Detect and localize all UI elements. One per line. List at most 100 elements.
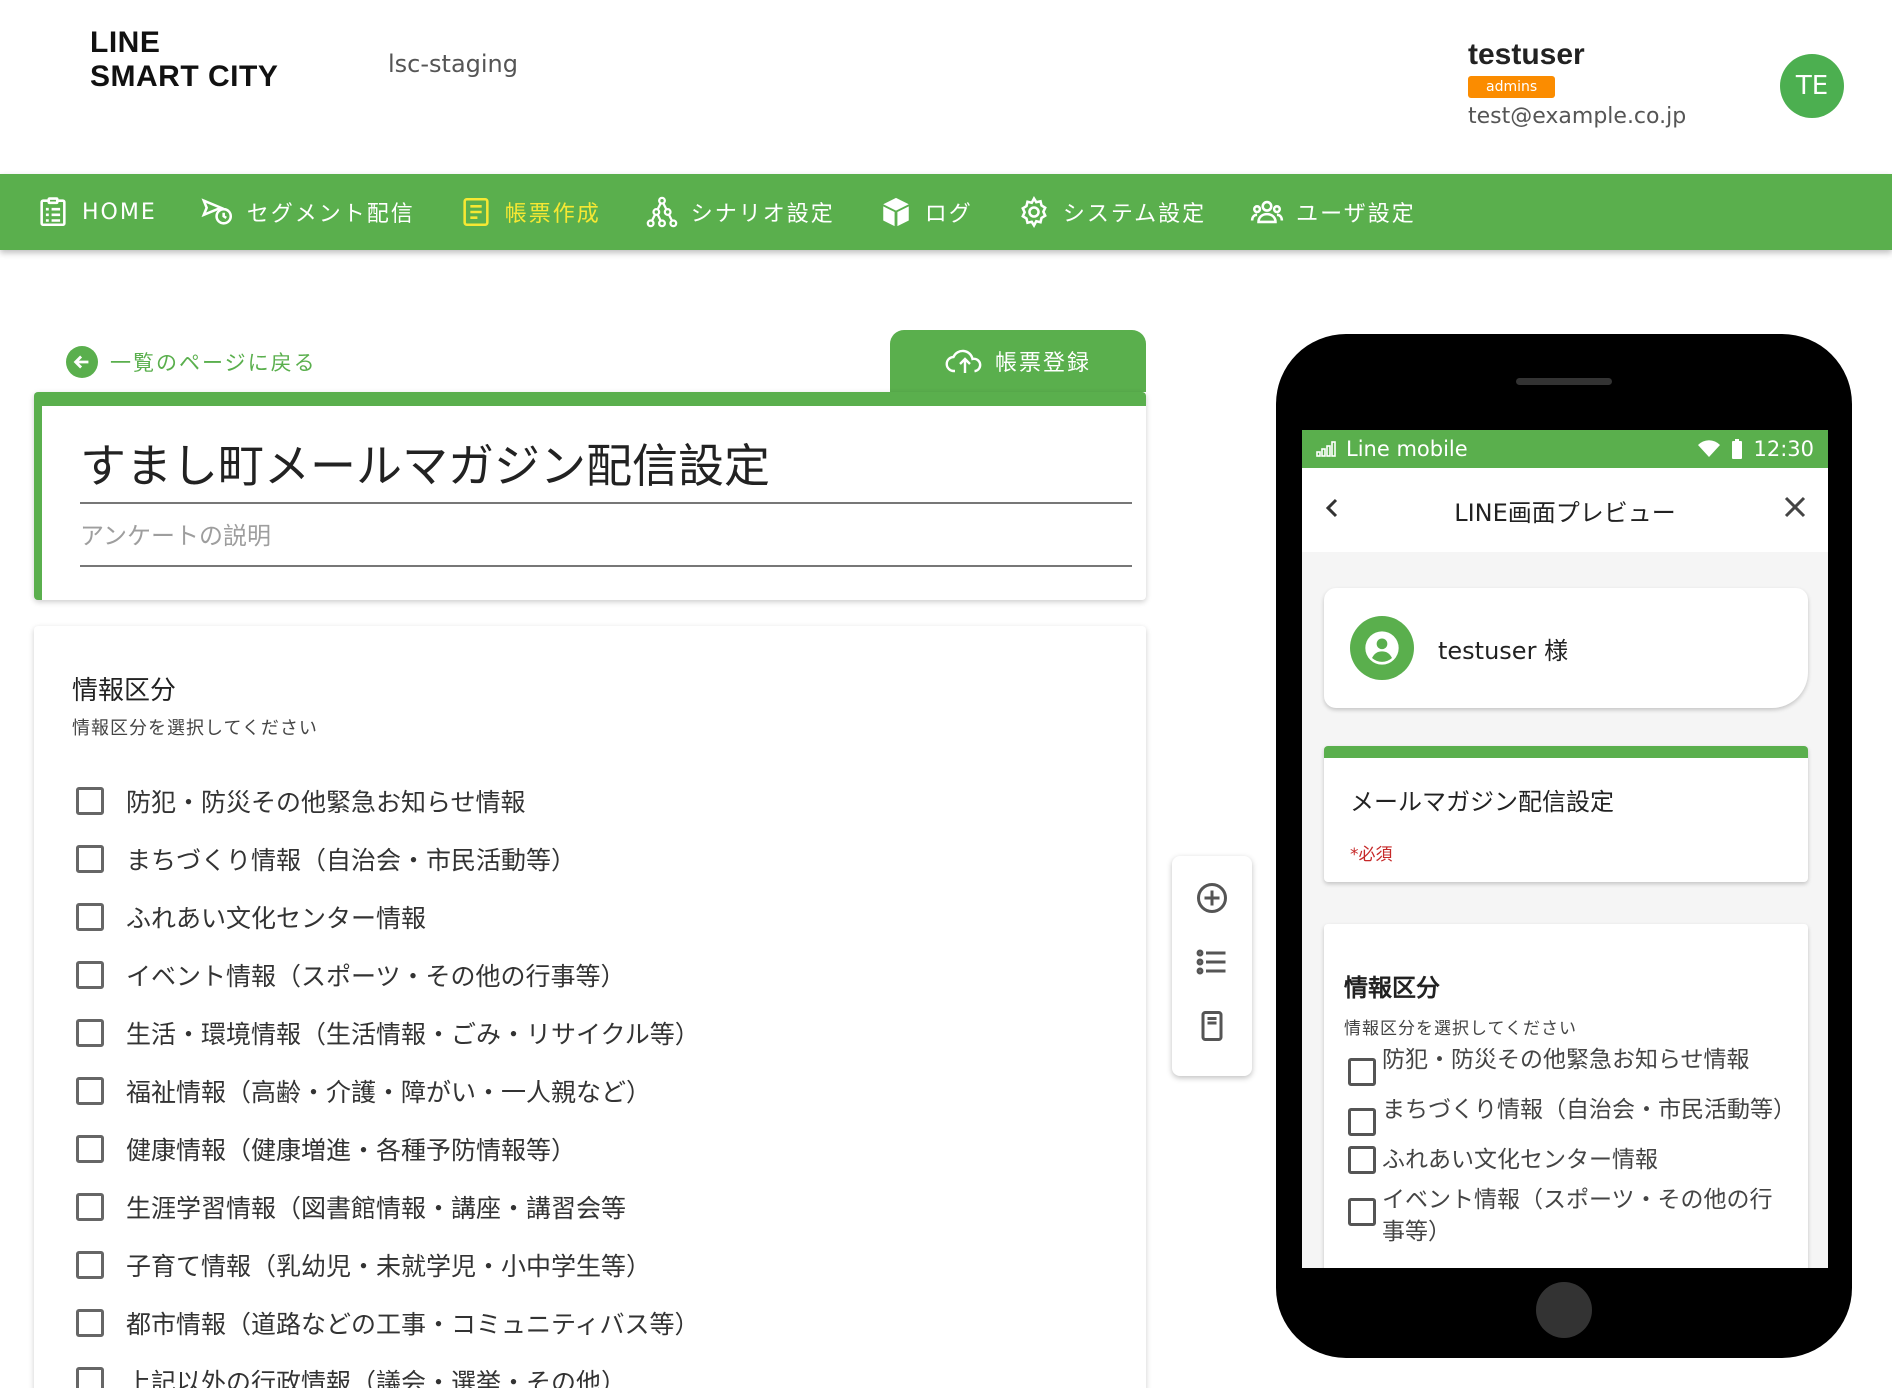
box-icon: [883, 197, 909, 227]
preview-option-item[interactable]: 防犯・防災その他緊急お知らせ情報: [1348, 1044, 1788, 1086]
main-nav: HOME セグメント配信 帳票作成 シナリオ設定 ログ システム設定 ユーザ設定: [0, 174, 1892, 250]
user-email: test@example.co.jp: [1468, 104, 1687, 129]
option-item[interactable]: 福祉情報（高齢・介護・障がい・一人親など）: [76, 1062, 700, 1120]
checkbox[interactable]: [76, 1077, 104, 1105]
option-item[interactable]: イベント情報（スポーツ・その他の行事等）: [76, 946, 700, 1004]
nav-label: 帳票作成: [504, 202, 601, 227]
preview-option-list: 防犯・防災その他緊急お知らせ情報 まちづくり情報（自治会・市民活動等） ふれあい…: [1348, 1044, 1796, 1256]
option-label: 子育て情報（乳幼児・未就学児・小中学生等）: [126, 1252, 652, 1281]
wifi-icon: [1698, 440, 1721, 457]
add-question-button[interactable]: [1192, 878, 1232, 918]
checkbox[interactable]: [76, 1309, 104, 1337]
signal-icon: [1316, 441, 1336, 457]
phone-preview: Line mobile 12:30 LINE画面プレビュー testuser 様…: [1276, 334, 1852, 1358]
preview-title: LINE画面プレビュー: [1454, 498, 1676, 527]
nav-item-form[interactable]: 帳票作成: [459, 195, 601, 229]
nav-item-log[interactable]: ログ: [879, 195, 973, 229]
preview-option-item[interactable]: ふれあい文化センター情報: [1348, 1144, 1788, 1176]
option-label: 健康情報（健康増進・各種予防情報等）: [126, 1136, 577, 1165]
cloud-upload-icon: [945, 349, 982, 373]
carrier-label: Line mobile: [1346, 437, 1468, 461]
nav-label: ログ: [924, 202, 973, 227]
users-icon: [1251, 200, 1284, 224]
add-circle-icon: [1197, 883, 1227, 913]
clipboard-icon: [40, 197, 66, 227]
phone-speaker: [1516, 378, 1612, 385]
option-item[interactable]: 防犯・防災その他緊急お知らせ情報: [76, 772, 700, 830]
checkbox[interactable]: [76, 1019, 104, 1047]
checkbox[interactable]: [1348, 1146, 1376, 1174]
nav-item-segment[interactable]: セグメント配信: [201, 195, 415, 229]
status-bar: Line mobile 12:30: [1302, 430, 1828, 468]
preview-question-card: 情報区分 情報区分を選択してください 防犯・防災その他緊急お知らせ情報 まちづく…: [1324, 924, 1808, 1268]
checkbox[interactable]: [76, 787, 104, 815]
checkbox[interactable]: [76, 1193, 104, 1221]
add-page-button[interactable]: [1192, 1006, 1232, 1046]
add-section-button[interactable]: [1192, 942, 1232, 982]
checkbox[interactable]: [1348, 1108, 1376, 1136]
checkbox[interactable]: [76, 1251, 104, 1279]
nav-label: システム設定: [1062, 202, 1207, 227]
checkbox[interactable]: [76, 903, 104, 931]
preview-option-item[interactable]: まちづくり情報（自治会・市民活動等）: [1348, 1094, 1796, 1136]
checkbox[interactable]: [1348, 1198, 1376, 1226]
logo[interactable]: LINE SMART CITY: [90, 26, 278, 94]
form-title-card: すまし町メールマガジン配信設定 アンケートの説明: [34, 392, 1146, 600]
option-label: 生涯学習情報（図書館情報・講座・講習会等: [126, 1194, 627, 1223]
phone-screen: Line mobile 12:30 LINE画面プレビュー testuser 様…: [1302, 430, 1828, 1268]
option-item[interactable]: 上記以外の行政情報（議会・選挙・その他）: [76, 1352, 700, 1388]
option-item[interactable]: 子育て情報（乳幼児・未就学児・小中学生等）: [76, 1236, 700, 1294]
checkbox[interactable]: [76, 845, 104, 873]
option-label: 生活・環境情報（生活情報・ごみ・リサイクル等）: [126, 1020, 700, 1049]
option-label: ふれあい文化センター情報: [1382, 1147, 1658, 1173]
nav-item-users[interactable]: ユーザ設定: [1250, 195, 1416, 229]
checkbox[interactable]: [1348, 1058, 1376, 1086]
option-label: 上記以外の行政情報（議会・選挙・その他）: [126, 1368, 627, 1388]
avatar[interactable]: TE: [1780, 54, 1844, 118]
option-list: 防犯・防災その他緊急お知らせ情報 まちづくり情報（自治会・市民活動等） ふれあい…: [76, 772, 700, 1388]
nav-label: HOME: [82, 199, 157, 225]
form-description-input[interactable]: アンケートの説明: [80, 516, 1132, 567]
option-label: イベント情報（スポーツ・その他の行事等）: [126, 962, 626, 991]
role-badge: admins: [1468, 76, 1556, 98]
option-item[interactable]: まちづくり情報（自治会・市民活動等）: [76, 830, 700, 888]
user-info: testuser admins test@example.co.jp: [1468, 38, 1686, 129]
preview-user-card: testuser 様: [1324, 588, 1808, 708]
battery-icon: [1732, 439, 1743, 459]
checkbox[interactable]: [76, 1367, 104, 1388]
register-form-button[interactable]: 帳票登録: [890, 330, 1146, 392]
clock-label: 12:30: [1753, 437, 1814, 461]
option-item[interactable]: 生涯学習情報（図書館情報・講座・講習会等: [76, 1178, 700, 1236]
editor-toolbar: [1172, 856, 1252, 1076]
preview-question-subtitle: 情報区分を選択してください: [1344, 1019, 1577, 1039]
preview-form-title-card: メールマガジン配信設定 *必須: [1324, 746, 1808, 882]
option-label: 防犯・防災その他緊急お知らせ情報: [1382, 1047, 1750, 1073]
checkbox[interactable]: [76, 961, 104, 989]
question-title: 情報区分: [72, 676, 177, 706]
chevron-left-icon[interactable]: [1320, 494, 1344, 528]
checkbox[interactable]: [76, 1135, 104, 1163]
preview-app-bar: LINE画面プレビュー: [1302, 468, 1828, 552]
user-avatar-icon: [1350, 616, 1414, 680]
form-title-input[interactable]: すまし町メールマガジン配信設定: [80, 430, 1132, 504]
graph-icon: [646, 196, 678, 228]
close-icon[interactable]: [1780, 492, 1810, 528]
option-label: イベント情報（スポーツ・その他の行事等）: [1382, 1187, 1773, 1245]
option-item[interactable]: ふれあい文化センター情報: [76, 888, 700, 946]
nav-item-home[interactable]: HOME: [36, 195, 157, 229]
list-icon: [1196, 949, 1226, 975]
option-item[interactable]: 都市情報（道路などの工事・コミュニティバス等）: [76, 1294, 700, 1352]
question-card[interactable]: 情報区分 情報区分を選択してください 防犯・防災その他緊急お知らせ情報 まちづく…: [34, 626, 1146, 1388]
preview-option-item[interactable]: イベント情報（スポーツ・その他の行事等）: [1348, 1184, 1788, 1248]
phone-home-button: [1536, 1282, 1592, 1338]
option-item[interactable]: 生活・環境情報（生活情報・ごみ・リサイクル等）: [76, 1004, 700, 1062]
back-to-list-link[interactable]: 一覧のページに戻る: [66, 346, 317, 378]
app-header: LINE SMART CITY lsc-staging testuser adm…: [0, 0, 1892, 174]
nav-item-system[interactable]: システム設定: [1017, 195, 1206, 229]
option-label: まちづくり情報（自治会・市民活動等）: [126, 846, 577, 875]
option-item[interactable]: 健康情報（健康増進・各種予防情報等）: [76, 1120, 700, 1178]
register-label: 帳票登録: [994, 351, 1091, 376]
form-icon: [463, 197, 489, 227]
preview-username: testuser 様: [1438, 636, 1569, 665]
nav-item-scenario[interactable]: シナリオ設定: [645, 195, 835, 229]
